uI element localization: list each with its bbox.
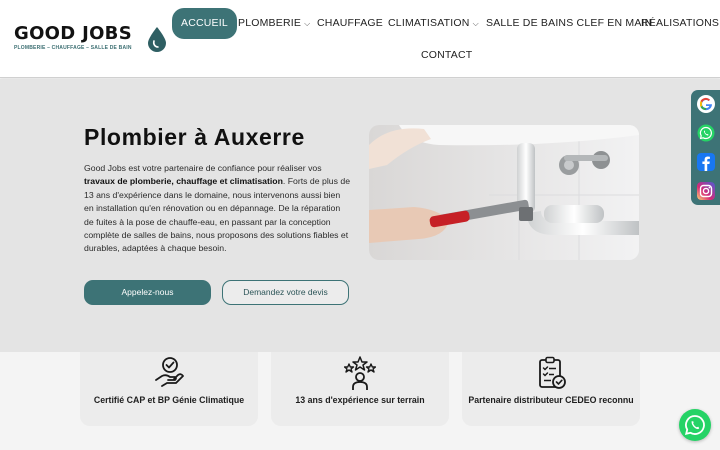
chevron-down-icon: ⌵	[472, 19, 479, 28]
whatsapp-icon[interactable]	[697, 124, 715, 142]
site-header: GOOD JOBS PLOMBERIE – CHAUFFAGE – SALLE …	[0, 0, 720, 78]
nav-item-chauffage[interactable]: CHAUFFAGE	[317, 17, 383, 29]
nav-item-contact[interactable]: CONTACT	[421, 49, 472, 61]
water-drop-icon	[148, 27, 166, 52]
feature-label: Certifié CAP et BP Génie Climatique	[93, 395, 245, 405]
social-sidebar	[691, 90, 720, 205]
logo[interactable]: GOOD JOBS PLOMBERIE – CHAUFFAGE – SALLE …	[14, 23, 166, 56]
google-icon[interactable]	[697, 95, 715, 113]
clipboard-check-icon	[539, 356, 566, 389]
nav-label: CLIMATISATION	[388, 17, 470, 29]
nav-item-plomberie[interactable]: PLOMBERIE ⌵	[238, 17, 310, 29]
chevron-down-icon: ⌵	[304, 19, 311, 28]
team-stars-icon	[344, 356, 376, 390]
nav-label: PLOMBERIE	[238, 17, 302, 29]
logo-tagline: PLOMBERIE – CHAUFFAGE – SALLE DE BAIN	[14, 45, 132, 51]
feature-label: Partenaire distributeur CEDEO reconnu	[468, 395, 634, 405]
feature-card-partner: Partenaire distributeur CEDEO reconnu	[462, 352, 640, 426]
hero-text-intro: Good Jobs est votre partenaire de confia…	[84, 163, 322, 173]
whatsapp-icon	[684, 415, 705, 436]
call-us-button[interactable]: Appelez-nous	[84, 280, 211, 305]
hero-text-highlight: travaux de plomberie, chauffage et clima…	[84, 176, 283, 187]
whatsapp-chat-button[interactable]	[679, 409, 711, 441]
nav-item-realisations[interactable]: RÉALISATIONS	[641, 17, 719, 29]
request-quote-button[interactable]: Demandez votre devis	[222, 280, 349, 305]
instagram-icon[interactable]	[697, 182, 715, 200]
feature-card-experience: 13 ans d'expérience sur terrain	[271, 352, 449, 426]
nav-label: CONTACT	[421, 49, 473, 61]
feature-card-certification: Certifié CAP et BP Génie Climatique	[80, 352, 258, 426]
nav-label: ACCUEIL	[181, 17, 228, 29]
nav-label: RÉALISATIONS	[641, 17, 720, 29]
nav-item-climatisation[interactable]: CLIMATISATION ⌵	[388, 17, 479, 29]
feature-label: 13 ans d'expérience sur terrain	[295, 395, 425, 405]
plumbing-photo	[369, 125, 639, 260]
nav-label: SALLE DE BAINS CLEF EN MAIN	[486, 17, 653, 29]
facebook-icon[interactable]	[697, 153, 715, 171]
nav-item-accueil[interactable]: ACCUEIL	[172, 8, 237, 39]
nav-label: CHAUFFAGE	[317, 17, 383, 29]
page-title: Plombier à Auxerre	[84, 124, 305, 150]
hero-text-rest: . Forts de plus de 13 ans d'expérience d…	[84, 176, 351, 254]
hero-description: Good Jobs est votre partenaire de confia…	[84, 162, 352, 256]
nav-item-salle-de-bains[interactable]: SALLE DE BAINS CLEF EN MAIN	[486, 17, 652, 29]
certified-hand-icon	[155, 357, 184, 387]
hero-section: Plombier à Auxerre Good Jobs est votre p…	[0, 79, 720, 352]
plumbing-illustration	[369, 125, 639, 260]
logo-title: GOOD JOBS	[14, 23, 132, 44]
